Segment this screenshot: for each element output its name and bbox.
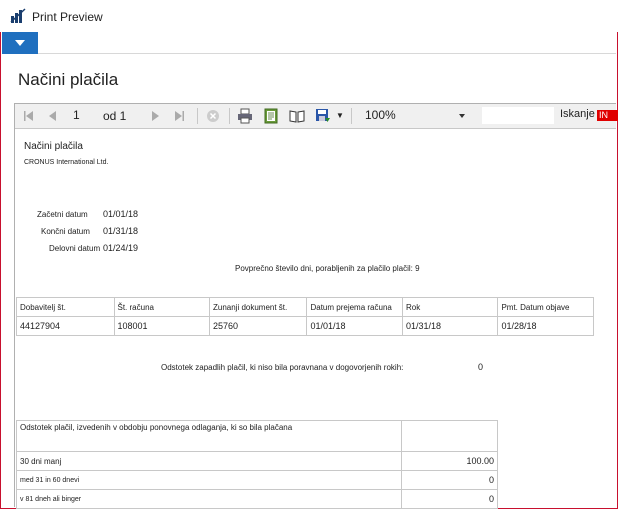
header-cell: Pmt. Datum objave [497,297,594,317]
company-name: CRONUS International Ltd. [24,159,109,166]
header-cell: Datum prejema računa [306,297,403,317]
deferred-payments-table: Odstotek plačil, izvedenih v obdobju pon… [15,420,498,509]
cell-posting-date: 01/28/18 [497,316,594,336]
report-page: Načini plačila CRONUS International Ltd.… [15,129,614,509]
late-payments-text: Odstotek zapadlih plačil, ki niso bila p… [161,363,404,372]
page-setup-icon[interactable] [289,108,305,124]
first-page-icon[interactable] [21,108,37,124]
header-cell: Rok [401,297,499,317]
payments-table: Dobavitelj št. Št. računa Zunanji dokume… [16,297,594,336]
header-cell: Zunanji dokument št. [208,297,308,317]
zoom-select[interactable]: 100% [365,107,465,124]
end-date-value: 01/31/18 [103,226,139,236]
next-page-icon[interactable] [147,108,163,124]
stop-icon[interactable] [205,108,221,124]
window-title: Print Preview [32,10,103,24]
title-bar: Print Preview [0,0,618,32]
search-spacer [482,107,554,124]
late-payments-value: 0 [478,362,484,372]
export-save-icon[interactable] [315,108,331,124]
deferred-label: 30 dni manj [15,451,403,471]
toolbar-separator [229,108,230,124]
cell-receipt-date: 01/01/18 [306,316,403,336]
cell-vendor-no: 44127904 [16,316,115,336]
work-date-label: Delovni datum [49,244,101,253]
search-label: Iskanje [560,108,595,120]
table-row: v 81 dneh ali binger 0 [15,489,498,509]
last-page-icon[interactable] [171,108,187,124]
end-date-label: Končni datum [41,227,90,236]
page-title: Načini plačila [18,70,119,89]
deferred-value: 0 [401,470,498,490]
cell-invoice-no: 108001 [113,316,210,336]
print-icon[interactable] [237,108,253,124]
export-dropdown-arrow-icon[interactable]: ▼ [336,108,344,124]
chevron-down-icon [15,40,25,46]
toolbar-separator [197,108,198,124]
table-row: 30 dni manj 100.00 [15,451,498,471]
previous-page-icon[interactable] [45,108,61,124]
menu-dropdown-button[interactable] [2,32,38,54]
table-row: 44127904 108001 25760 01/01/18 01/31/18 … [16,316,594,336]
zoom-value: 100% [365,108,396,122]
avg-days-text: Povprečno število dni, porabljenih za pl… [235,264,420,273]
report-app-icon [10,8,26,24]
deferred-value: 100.00 [401,451,498,471]
table-header-row: Dobavitelj št. Št. računa Zunanji dokume… [16,297,594,317]
report-toolbar: 1 od 1 ▼ 100% Iskanje IN [15,104,618,129]
header-cell: Dobavitelj št. [16,297,115,317]
page-count: od 1 [103,109,127,123]
chevron-down-icon [459,114,465,118]
header-cell [401,420,498,452]
header-cell: Št. računa [113,297,210,317]
report-title: Načini plačila [24,141,83,152]
deferred-label: v 81 dneh ali binger [15,489,403,509]
table-row: med 31 in 60 dnevi 0 [15,470,498,490]
start-date-label: Začetni datum [37,210,88,219]
divider [38,53,616,54]
print-layout-icon[interactable] [263,108,279,124]
deferred-header: Odstotek plačil, izvedenih v obdobju pon… [15,420,403,452]
cell-due-date: 01/31/18 [401,316,499,336]
toolbar-separator [351,108,352,124]
cell-external-doc: 25760 [208,316,308,336]
search-input[interactable]: IN [597,110,618,121]
deferred-label: med 31 in 60 dnevi [15,470,403,490]
work-date-value: 01/24/19 [103,243,139,253]
start-date-value: 01/01/18 [103,209,139,219]
table-header-row: Odstotek plačil, izvedenih v obdobju pon… [15,420,498,452]
deferred-value: 0 [401,489,498,509]
